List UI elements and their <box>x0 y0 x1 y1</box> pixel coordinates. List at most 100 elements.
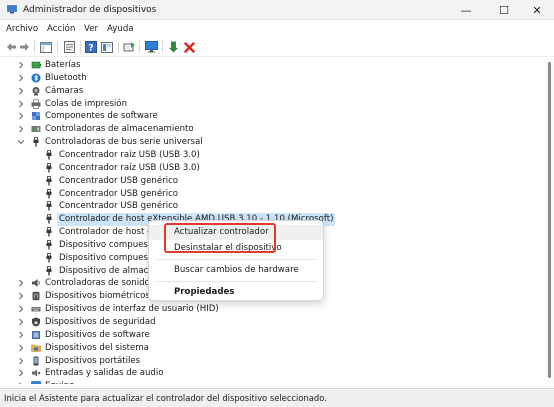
tree-category[interactable]: Dispositivos portátiles <box>0 355 540 368</box>
forward-button[interactable] <box>17 40 31 54</box>
tree-item-label: Dispositivos de seguridad <box>45 317 156 327</box>
camera-icon <box>32 86 40 96</box>
usb-icon <box>46 162 52 173</box>
svg-text:?: ? <box>88 44 93 54</box>
menu-accion[interactable]: Acción <box>47 24 75 34</box>
title-bar: Administrador de dispositivos — ☐ ✕ <box>0 0 554 20</box>
show-hide-console-button[interactable] <box>39 40 53 54</box>
tree-category[interactable]: Controladoras de almacenamiento <box>0 123 540 136</box>
update-driver-toolbar-button[interactable] <box>167 40 181 54</box>
tree-category[interactable]: Colas de impresión <box>0 98 540 111</box>
tree-item-label: Colas de impresión <box>45 98 128 109</box>
chevron-down-icon[interactable] <box>17 138 25 146</box>
system-folder-icon <box>31 344 41 352</box>
speaker-icon <box>32 279 40 288</box>
chevron-right-icon[interactable] <box>17 344 25 352</box>
computer-icon <box>31 381 41 384</box>
tree-category[interactable]: Dispositivos de interfaz de usuario (HID… <box>0 303 540 316</box>
tree-category[interactable]: Dispositivos de software <box>0 329 540 342</box>
monitor-toolbar-button[interactable] <box>144 40 158 54</box>
puzzle-icon <box>32 112 40 121</box>
chevron-right-icon[interactable] <box>17 279 25 287</box>
window-title: Administrador de dispositivos <box>23 5 157 15</box>
minimize-icon: — <box>460 3 472 17</box>
tree-device[interactable]: Concentrador USB genérico <box>0 200 540 213</box>
storage-controller-icon <box>31 126 41 133</box>
scroll-thumb[interactable] <box>548 62 551 378</box>
scan-hardware-icon <box>123 42 135 52</box>
chevron-right-icon[interactable] <box>17 292 25 300</box>
chevron-right-icon[interactable] <box>17 357 25 365</box>
menu-bar: Archivo Acción Ver Ayuda <box>0 20 554 37</box>
usb-icon <box>46 201 52 211</box>
chevron-right-icon[interactable] <box>17 125 25 133</box>
tree-category[interactable]: Controladoras de bus serie universal <box>0 136 540 149</box>
chevron-right-icon[interactable] <box>17 305 25 313</box>
tree-item-label: Cámaras <box>45 85 84 96</box>
tree-device[interactable]: Concentrador USB genérico <box>0 175 540 188</box>
tree-category[interactable]: Dispositivos de seguridad <box>0 316 540 329</box>
back-button[interactable] <box>4 40 18 54</box>
tree-item-label: Dispositivo compuesto <box>59 252 157 263</box>
help-button[interactable]: ? <box>84 40 98 54</box>
chevron-right-icon[interactable] <box>17 382 25 384</box>
usb-icon <box>46 175 52 186</box>
menu-archivo[interactable]: Archivo <box>6 24 38 34</box>
delete-x-icon <box>183 41 195 53</box>
tree-item-label: Concentrador raíz USB (USB 3.0) <box>59 149 200 160</box>
usb-icon <box>33 137 39 147</box>
tree-item-label: Concentrador USB genérico <box>59 188 179 199</box>
chevron-right-icon[interactable] <box>17 61 25 69</box>
chevron-right-icon[interactable] <box>17 331 25 339</box>
minimize-button[interactable]: — <box>449 0 483 20</box>
tree-category[interactable]: Equipo <box>0 380 540 384</box>
tree-category[interactable]: Bluetooth <box>0 72 540 85</box>
tree-device[interactable]: Concentrador raíz USB (USB 3.0) <box>0 149 540 162</box>
view-toolbar-button[interactable] <box>100 40 114 54</box>
chevron-right-icon[interactable] <box>17 87 25 95</box>
tree-device[interactable]: Concentrador USB genérico <box>0 188 540 201</box>
device-manager-icon <box>7 5 17 14</box>
scan-hardware-label: Buscar cambios de hardware <box>174 265 299 275</box>
console-tree-icon <box>40 41 52 53</box>
status-text: Inicia el Asistente para actualizar el c… <box>4 393 327 403</box>
tree-item-label: Entradas y salidas de audio <box>45 368 164 379</box>
portable-icon <box>33 356 39 366</box>
usb-icon <box>46 265 52 276</box>
menu-ver[interactable]: Ver <box>84 24 98 34</box>
scan-hardware-toolbar-button[interactable] <box>122 40 136 54</box>
tree-category[interactable]: Cámaras <box>0 85 540 98</box>
scan-hardware-menu-item[interactable]: Buscar cambios de hardware <box>149 263 323 278</box>
chevron-right-icon[interactable] <box>17 369 25 377</box>
chevron-right-icon[interactable] <box>17 112 25 120</box>
chevron-right-icon[interactable] <box>17 100 25 108</box>
maximize-button[interactable]: ☐ <box>487 0 521 20</box>
chevron-right-icon[interactable] <box>17 318 25 326</box>
tree-item-label: Dispositivos de software <box>45 329 150 340</box>
audio-io-icon <box>32 369 41 377</box>
uninstall-toolbar-button[interactable] <box>182 40 196 54</box>
chevron-right-icon[interactable] <box>17 74 25 82</box>
tree-item-label: Controlador de host eXt <box>59 227 162 238</box>
properties-toolbar-button[interactable] <box>62 40 76 54</box>
menu-ayuda[interactable]: Ayuda <box>107 24 134 34</box>
vertical-scrollbar[interactable] <box>545 58 554 384</box>
tree-item-label: Dispositivos biométricos <box>45 291 150 302</box>
tree-category[interactable]: Componentes de software <box>0 110 540 123</box>
tree-category[interactable]: Entradas y salidas de audio <box>0 367 540 380</box>
usb-icon <box>46 227 52 237</box>
tree-item-label: Dispositivo compuesto <box>59 239 157 250</box>
properties-sheet-icon <box>63 41 75 53</box>
usb-icon <box>46 252 52 263</box>
tree-device[interactable]: Concentrador raíz USB (USB 3.0) <box>0 162 540 175</box>
context-menu-separator <box>157 281 317 282</box>
close-button[interactable]: ✕ <box>520 0 554 20</box>
update-driver-menu-item[interactable]: Actualizar controlador <box>149 225 323 240</box>
context-menu: Actualizar controlador Desinstalar el di… <box>148 220 324 301</box>
tree-item-label: Equipo <box>45 380 74 384</box>
tree-category[interactable]: Dispositivos del sistema <box>0 342 540 355</box>
tree-category[interactable]: Baterías <box>0 59 540 72</box>
properties-menu-item[interactable]: Propiedades <box>149 285 323 300</box>
arrow-left-icon <box>6 43 16 51</box>
uninstall-device-menu-item[interactable]: Desinstalar el dispositivo <box>149 241 323 256</box>
